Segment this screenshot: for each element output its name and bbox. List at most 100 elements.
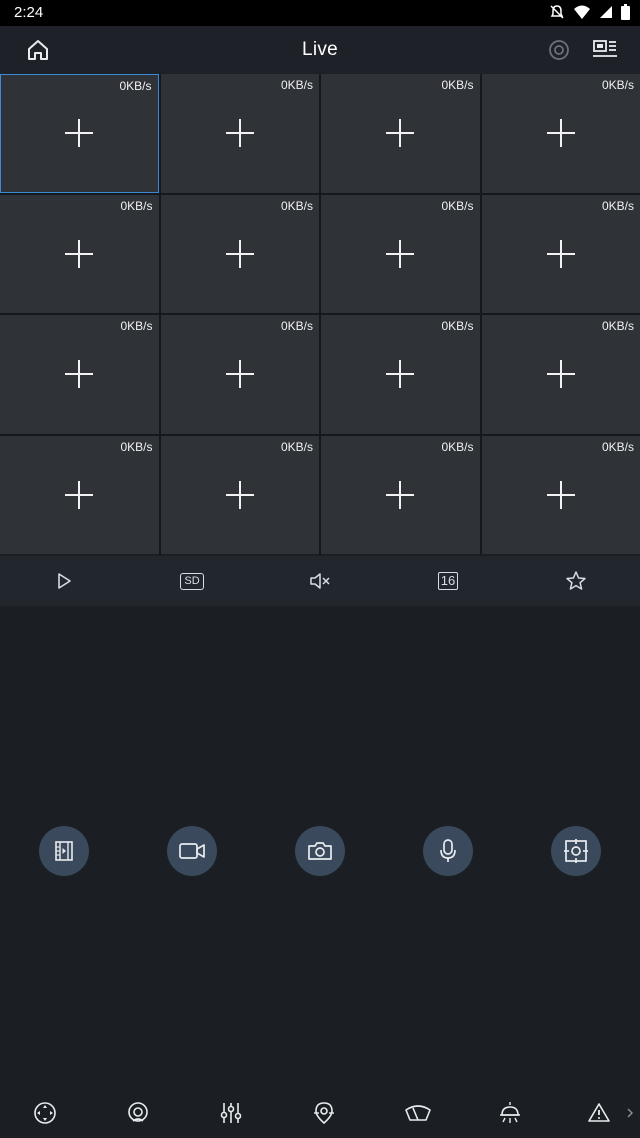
capture-target-button[interactable] [551, 826, 601, 876]
video-cell[interactable]: 0KB/s [481, 315, 640, 434]
video-cell[interactable]: 0KB/s [0, 435, 159, 554]
add-channel-icon[interactable] [546, 480, 575, 509]
app-header: Live [0, 26, 640, 74]
bitrate-label: 0KB/s [601, 319, 634, 333]
bitrate-label: 0KB/s [601, 78, 634, 92]
bitrate-label: 0KB/s [601, 439, 634, 454]
cruise-point-button[interactable] [311, 1100, 337, 1126]
add-channel-icon[interactable] [546, 119, 575, 148]
light-button[interactable] [497, 1100, 523, 1126]
play-button[interactable] [51, 569, 77, 593]
bitrate-label: 0KB/s [441, 439, 474, 454]
add-channel-icon[interactable] [386, 360, 415, 389]
video-clip-icon [55, 841, 73, 861]
ptz-control-bar [0, 1088, 640, 1138]
add-channel-icon[interactable] [386, 480, 415, 509]
record-video-icon [179, 843, 205, 859]
sliders-icon [220, 1103, 242, 1123]
bitrate-label: 0KB/s [120, 198, 153, 213]
video-cell[interactable]: 0KB/s [321, 194, 480, 313]
light-icon [500, 1102, 520, 1123]
bitrate-label: 0KB/s [120, 439, 153, 454]
playback-toolbar: SD 16 [0, 556, 640, 606]
talk-button[interactable] [423, 826, 473, 876]
wiper-icon [405, 1105, 431, 1121]
bitrate-label: 0KB/s [280, 319, 313, 333]
multi-screen-button[interactable] [590, 36, 620, 64]
add-channel-icon[interactable] [225, 119, 254, 148]
add-channel-icon[interactable] [225, 360, 254, 389]
bitrate-label: 0KB/s [120, 319, 153, 333]
wifi-icon [574, 5, 590, 19]
add-channel-icon[interactable] [386, 239, 415, 268]
bitrate-label: 0KB/s [280, 78, 313, 92]
record-icon [549, 40, 569, 60]
alarm-warning-icon [588, 1103, 610, 1122]
video-cell[interactable]: 0KB/s [321, 315, 480, 434]
add-channel-icon[interactable] [65, 480, 94, 509]
sd-icon: SD [180, 572, 204, 590]
video-cell[interactable]: 0KB/s [160, 74, 319, 193]
screenshot-target-icon [564, 839, 588, 863]
alarm-button[interactable] [586, 1100, 612, 1126]
add-channel-icon[interactable] [65, 239, 94, 268]
record-video-button[interactable] [167, 826, 217, 876]
add-channel-icon[interactable] [225, 480, 254, 509]
bitrate-label: 0KB/s [441, 198, 474, 213]
add-channel-icon[interactable] [386, 119, 415, 148]
split-screen-button[interactable]: 16 [435, 569, 461, 593]
bitrate-label: 0KB/s [280, 198, 313, 213]
bitrate-label: 0KB/s [119, 79, 152, 93]
favorite-button[interactable] [563, 569, 589, 593]
battery-icon [621, 4, 630, 20]
status-icons [549, 4, 630, 20]
bitrate-label: 0KB/s [601, 198, 634, 213]
stream-quality-button[interactable]: SD [179, 569, 205, 593]
signal-icon [600, 6, 612, 18]
ptz-more-button[interactable] [624, 1100, 636, 1126]
ptz-joystick-icon [34, 1102, 56, 1124]
eye-camera-icon [128, 1102, 148, 1122]
preset-view-button[interactable] [125, 1100, 151, 1126]
add-channel-icon[interactable] [546, 239, 575, 268]
bitrate-label: 0KB/s [441, 78, 474, 92]
wiper-button[interactable] [404, 1100, 431, 1126]
video-cell[interactable]: 0KB/s [321, 435, 480, 554]
video-cell[interactable]: 0KB/s [0, 74, 159, 193]
split-16-icon: 16 [438, 572, 458, 590]
playback-clip-button[interactable] [39, 826, 89, 876]
multi-screen-icon [593, 40, 617, 57]
snapshot-camera-icon [308, 842, 332, 860]
video-cell[interactable]: 0KB/s [160, 194, 319, 313]
video-cell[interactable]: 0KB/s [0, 315, 159, 434]
status-time: 2:24 [14, 4, 44, 21]
record-button[interactable] [547, 38, 571, 62]
favorite-star-icon [566, 571, 586, 590]
video-cell[interactable]: 0KB/s [481, 435, 640, 554]
add-channel-icon[interactable] [65, 119, 94, 148]
mute-button[interactable] [307, 569, 333, 593]
add-channel-icon[interactable] [546, 360, 575, 389]
video-cell[interactable]: 0KB/s [481, 74, 640, 193]
status-bar: 2:24 [0, 0, 640, 26]
microphone-icon [440, 839, 456, 862]
video-cell[interactable]: 0KB/s [0, 194, 159, 313]
video-cell[interactable]: 0KB/s [321, 74, 480, 193]
snapshot-button[interactable] [295, 826, 345, 876]
bitrate-label: 0KB/s [280, 439, 313, 454]
location-pin-icon [314, 1102, 334, 1125]
image-adjust-button[interactable] [218, 1100, 244, 1126]
mute-icon [310, 573, 330, 589]
page-title: Live [301, 39, 339, 60]
video-cell[interactable]: 0KB/s [160, 435, 319, 554]
video-cell[interactable]: 0KB/s [160, 315, 319, 434]
ptz-joystick-button[interactable] [32, 1100, 58, 1126]
chevron-right-icon [627, 1108, 633, 1118]
add-channel-icon[interactable] [65, 360, 94, 389]
video-grid: 0KB/s 0KB/s 0KB/s 0KB/s 0KB/s 0KB/s 0KB/… [0, 74, 640, 554]
notification-muted-icon [550, 5, 564, 19]
play-icon [58, 573, 71, 589]
bitrate-label: 0KB/s [441, 319, 474, 333]
add-channel-icon[interactable] [225, 239, 254, 268]
video-cell[interactable]: 0KB/s [481, 194, 640, 313]
